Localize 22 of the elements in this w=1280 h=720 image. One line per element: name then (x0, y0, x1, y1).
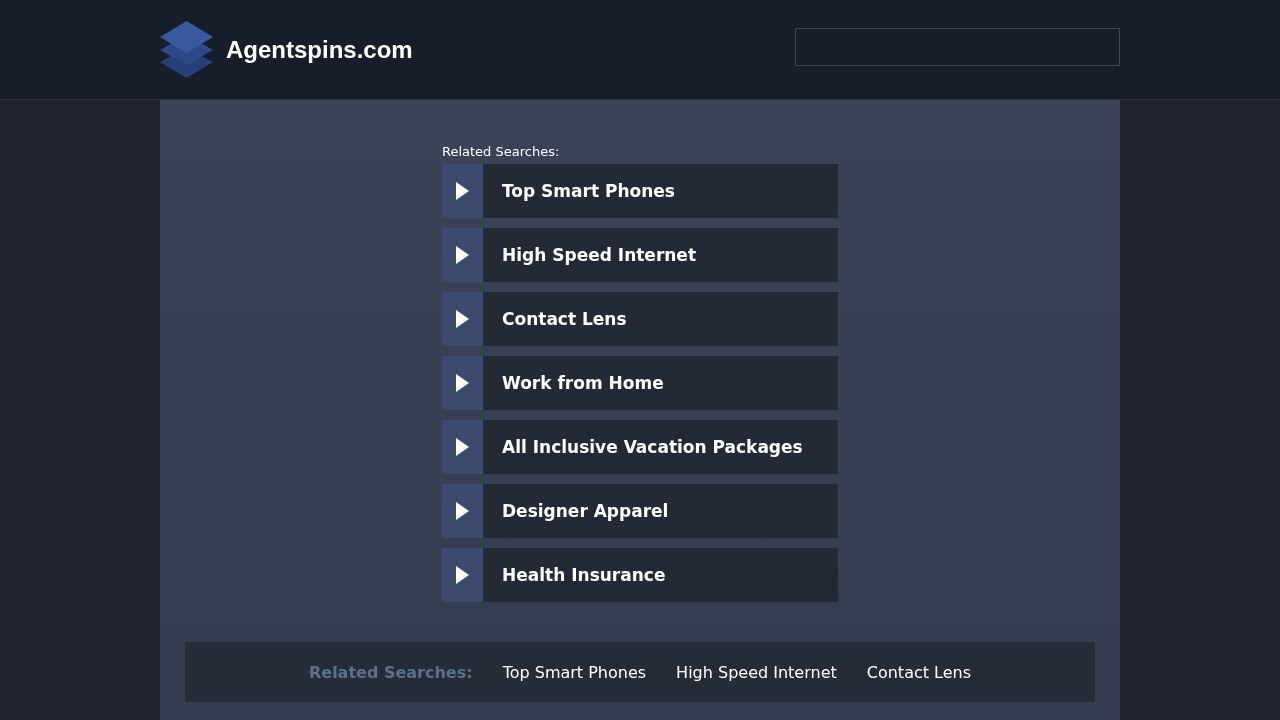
footer-link[interactable]: High Speed Internet (676, 662, 837, 682)
related-search-link[interactable]: Contact Lens (442, 292, 838, 346)
footer-link[interactable]: Top Smart Phones (502, 662, 647, 682)
play-triangle-icon (456, 182, 469, 200)
stacked-layers-logo-icon (160, 19, 213, 80)
related-searches-heading: Related Searches: (442, 144, 561, 159)
play-triangle-icon (456, 374, 469, 392)
related-search-link[interactable]: Health Insurance (442, 548, 838, 602)
play-triangle-icon (456, 310, 469, 328)
play-triangle-icon (456, 246, 469, 264)
related-search-link[interactable]: Designer Apparel (442, 484, 838, 538)
play-triangle-icon (456, 566, 469, 584)
site-name[interactable]: Agentspins.com (226, 35, 413, 64)
search-field[interactable] (795, 27, 1120, 66)
related-search-link[interactable]: High Speed Internet (442, 228, 838, 282)
footer-link[interactable]: Contact Lens (866, 662, 972, 682)
play-triangle-icon (456, 438, 469, 456)
play-triangle-icon (456, 502, 469, 520)
footer-heading: Related Searches: (308, 662, 473, 682)
related-search-link[interactable]: Top Smart Phones (442, 164, 838, 218)
related-search-link[interactable]: Work from Home (442, 356, 838, 410)
related-search-link[interactable]: All Inclusive Vacation Packages (442, 420, 838, 474)
